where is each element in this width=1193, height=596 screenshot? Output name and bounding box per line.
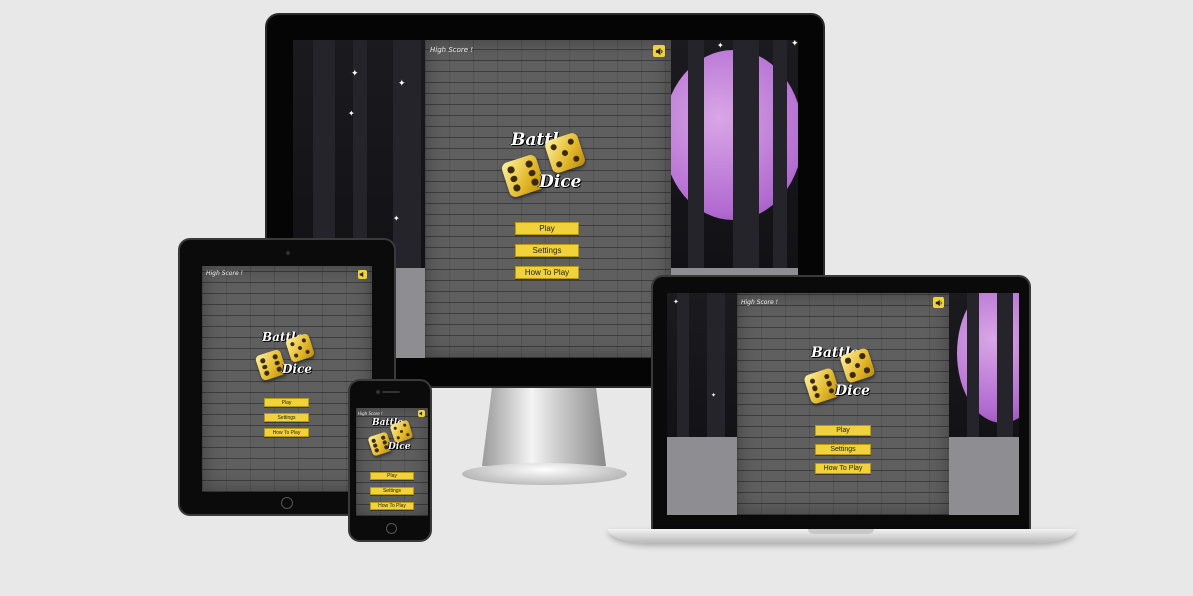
how-to-play-button[interactable]: How To Play (815, 463, 871, 474)
tablet-home-button[interactable] (281, 497, 293, 509)
logo-text-dice: Dice (282, 362, 312, 376)
play-button[interactable]: Play (815, 425, 871, 436)
die (389, 419, 414, 444)
battle-dice-logo: Battle Dice (803, 345, 885, 405)
high-score-label: High Score ! (358, 411, 383, 416)
settings-button[interactable]: Settings (815, 444, 871, 455)
high-score-label: High Score ! (430, 46, 474, 54)
game-panel: High Score ! Battle Dice Play Settings H… (202, 266, 372, 492)
tablet-screen: High Score ! Battle Dice Play Settings H… (202, 266, 372, 492)
phone-device: High Score ! Battle Dice Play Settings H… (348, 379, 432, 542)
sound-toggle-button[interactable] (653, 45, 665, 57)
how-to-play-button[interactable]: How To Play (515, 266, 579, 279)
speaker-icon (655, 47, 662, 55)
high-score-label: High Score ! (741, 299, 778, 306)
star: ✦ (393, 214, 400, 223)
play-button[interactable]: Play (515, 222, 579, 235)
monitor-stand-base (462, 463, 627, 485)
logo-text-dice: Dice (835, 383, 870, 399)
game-panel: High Score ! Battle Dice Play Settings H… (737, 293, 949, 515)
laptop-screen: ✦ ✦ High Score ! Battle Dice Play Settin… (667, 293, 1019, 515)
logo-text-dice: Dice (388, 442, 411, 452)
settings-button[interactable]: Settings (264, 413, 309, 422)
sound-toggle-button[interactable] (358, 270, 367, 279)
star: ✦ (351, 69, 359, 79)
logo-text-dice: Dice (539, 172, 582, 192)
battle-dice-logo: Battle Dice (500, 128, 598, 199)
monitor-stand-neck (482, 388, 606, 466)
star: ✦ (673, 298, 679, 306)
laptop-lid: ✦ ✦ High Score ! Battle Dice Play Settin… (651, 275, 1031, 533)
high-score-label: High Score ! (206, 270, 243, 277)
star: ✦ (348, 109, 355, 118)
phone-home-button[interactable] (386, 523, 397, 534)
battle-dice-logo: Battle Dice (367, 418, 418, 458)
speaker-icon (935, 299, 942, 306)
play-button[interactable]: Play (370, 472, 414, 480)
speaker-icon (419, 411, 422, 416)
settings-button[interactable]: Settings (515, 244, 579, 257)
sound-toggle-button[interactable] (933, 297, 944, 308)
star: ✦ (398, 79, 406, 89)
laptop-notch (808, 529, 874, 534)
phone-screen: High Score ! Battle Dice Play Settings H… (356, 408, 428, 516)
star: ✦ (711, 392, 717, 399)
phone-speaker (382, 391, 400, 393)
star: ✦ (791, 40, 798, 49)
game-panel: High Score ! Battle Dice Play Settings H… (425, 40, 671, 358)
game-panel: High Score ! Battle Dice Play Settings H… (356, 408, 428, 516)
sound-toggle-button[interactable] (418, 410, 425, 417)
phone-camera (376, 390, 380, 394)
how-to-play-button[interactable]: How To Play (370, 502, 414, 510)
battle-dice-logo: Battle Dice (254, 330, 324, 382)
tablet-camera (286, 251, 290, 255)
play-button[interactable]: Play (264, 398, 309, 407)
speaker-icon (359, 271, 364, 278)
settings-button[interactable]: Settings (370, 487, 414, 495)
how-to-play-button[interactable]: How To Play (264, 428, 309, 437)
star: ✦ (717, 41, 724, 50)
